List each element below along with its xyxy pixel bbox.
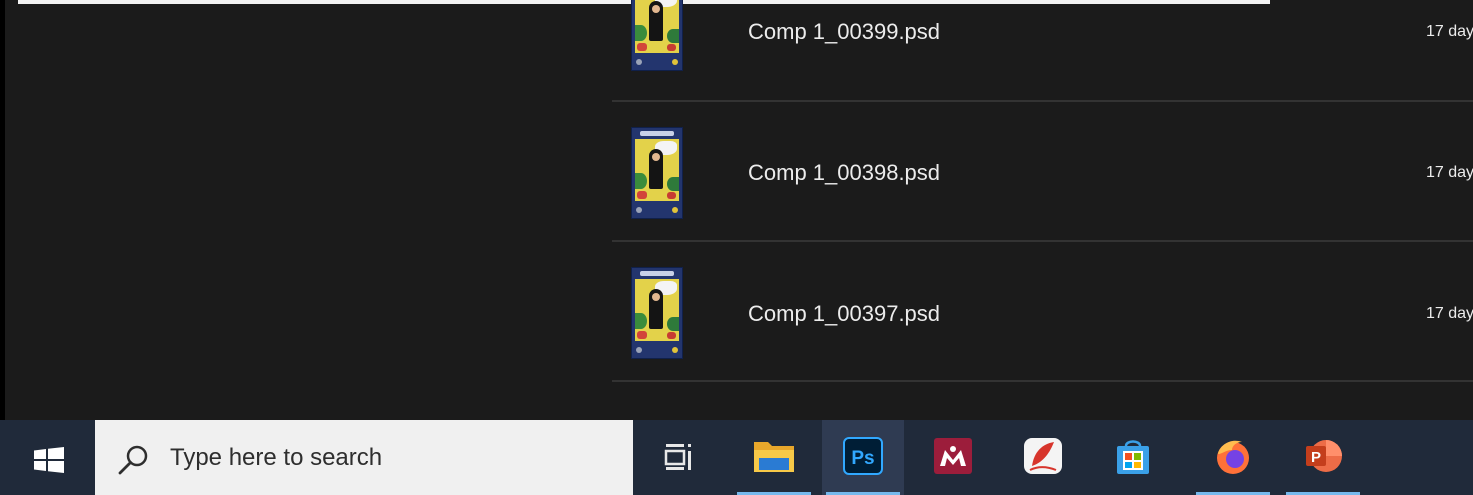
- file-name: Comp 1_00397.psd: [748, 301, 941, 326]
- file-thumbnail: [631, 0, 683, 71]
- store-icon: [1117, 440, 1149, 474]
- file-row[interactable]: Comp 1_00399.psd 17 day: [612, 0, 1473, 102]
- start-button[interactable]: [0, 420, 95, 495]
- search-box[interactable]: Type here to search: [95, 420, 633, 495]
- file-row[interactable]: Comp 1_00397.psd 17 day: [612, 242, 1473, 382]
- file-name: Comp 1_00399.psd: [748, 19, 941, 44]
- pen-app-button[interactable]: [1002, 420, 1084, 495]
- powerpoint-icon: P: [1306, 440, 1342, 472]
- mendeley-button[interactable]: [912, 420, 994, 495]
- file-thumbnail: [631, 267, 683, 359]
- firefox-icon: [1217, 440, 1249, 474]
- window-edge: [0, 0, 5, 420]
- file-date: 17 day: [1426, 305, 1473, 322]
- file-date: 17 day: [1426, 164, 1473, 181]
- mendeley-icon: [934, 438, 972, 474]
- photoshop-label: Ps: [851, 448, 874, 469]
- row-divider: [612, 380, 1473, 382]
- file-thumbnail: [631, 127, 683, 219]
- powerpoint-label: P: [1311, 449, 1321, 466]
- pen-app-icon: [1024, 438, 1062, 474]
- file-row[interactable]: Comp 1_00398.psd 17 day: [612, 102, 1473, 242]
- folder-icon: [754, 442, 794, 472]
- task-view-icon: [664, 444, 691, 470]
- firefox-button[interactable]: [1192, 420, 1274, 495]
- search-icon: [118, 445, 148, 475]
- file-date: 17 day: [1426, 23, 1473, 40]
- powerpoint-button[interactable]: P: [1282, 420, 1364, 495]
- search-placeholder: Type here to search: [170, 444, 383, 471]
- file-list: Comp 1_00399.psd 17 day Comp 1_00398.psd…: [612, 0, 1473, 420]
- microsoft-store-button[interactable]: [1092, 420, 1174, 495]
- taskbar: Type here to search Ps P: [0, 420, 1473, 495]
- file-name: Comp 1_00398.psd: [748, 160, 941, 185]
- photoshop-button[interactable]: Ps: [822, 420, 904, 495]
- photoshop-icon: Ps: [843, 437, 883, 475]
- task-view-button[interactable]: [650, 420, 706, 495]
- windows-logo-icon: [34, 447, 64, 473]
- file-explorer-button[interactable]: [733, 420, 815, 495]
